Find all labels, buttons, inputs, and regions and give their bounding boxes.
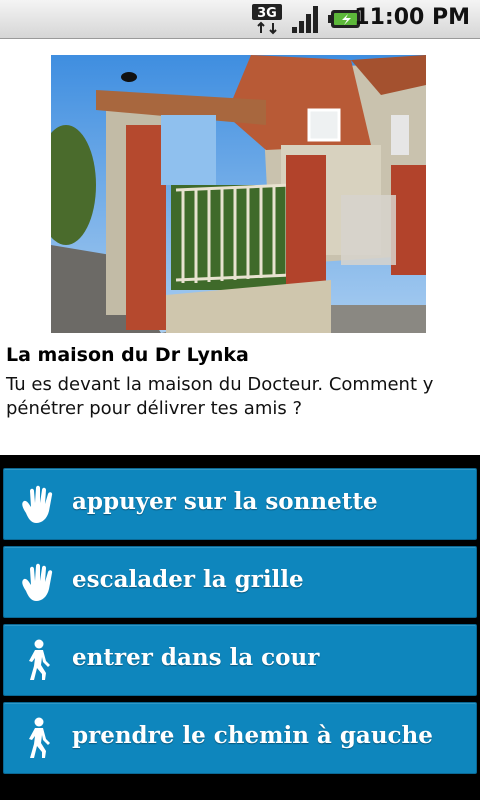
status-bar: 3G 11:00 PM: [0, 0, 480, 39]
choice-label: entrer dans la cour: [72, 644, 320, 671]
choice-label: prendre le chemin à gauche: [72, 722, 433, 749]
house-with-gate-photo: [51, 55, 426, 333]
choice-label: escalader la grille: [72, 566, 304, 593]
hand-icon: [18, 483, 58, 525]
scene-panel: La maison du Dr Lynka Tu es devant la ma…: [0, 39, 480, 455]
choice-button-climb-gate[interactable]: escalader la grille: [3, 546, 477, 618]
signal-strength-icon: [290, 3, 322, 39]
choice-label: appuyer sur la sonnette: [72, 488, 378, 515]
walking-person-icon: [18, 717, 58, 759]
choice-button-ring-doorbell[interactable]: appuyer sur la sonnette: [3, 468, 477, 540]
scene-title: La maison du Dr Lynka: [6, 344, 249, 366]
network-type-label: 3G: [257, 6, 277, 21]
hand-icon: [18, 561, 58, 603]
choice-button-take-left-path[interactable]: prendre le chemin à gauche: [3, 702, 477, 774]
choice-button-enter-courtyard[interactable]: entrer dans la cour: [3, 624, 477, 696]
scene-description: Tu es devant la maison du Docteur. Comme…: [6, 374, 434, 419]
walking-person-icon: [18, 639, 58, 681]
network-3g-icon: 3G: [251, 3, 285, 39]
status-time: 11:00 PM: [354, 5, 470, 30]
